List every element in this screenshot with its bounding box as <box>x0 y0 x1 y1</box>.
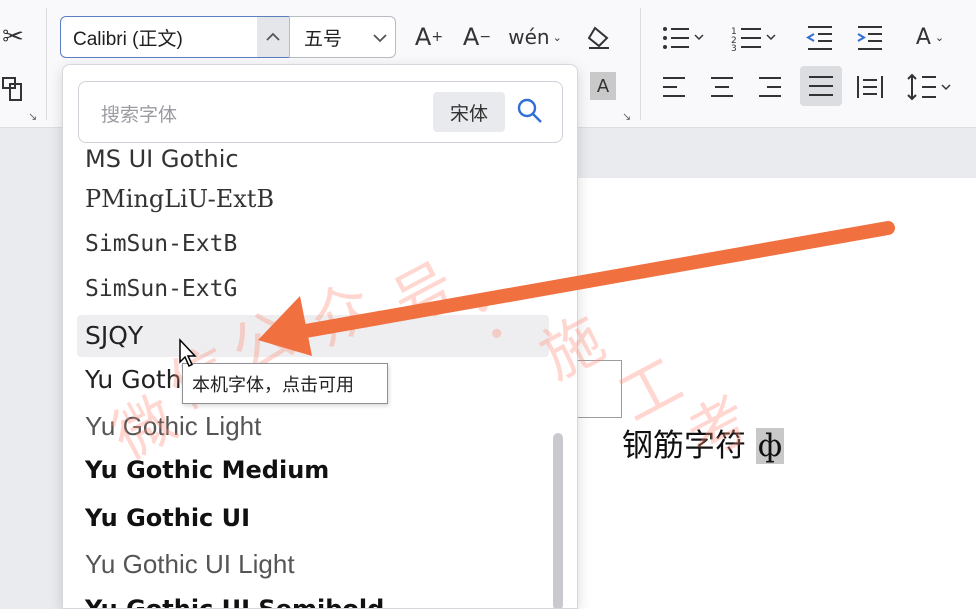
annotation-arrow <box>258 221 895 356</box>
